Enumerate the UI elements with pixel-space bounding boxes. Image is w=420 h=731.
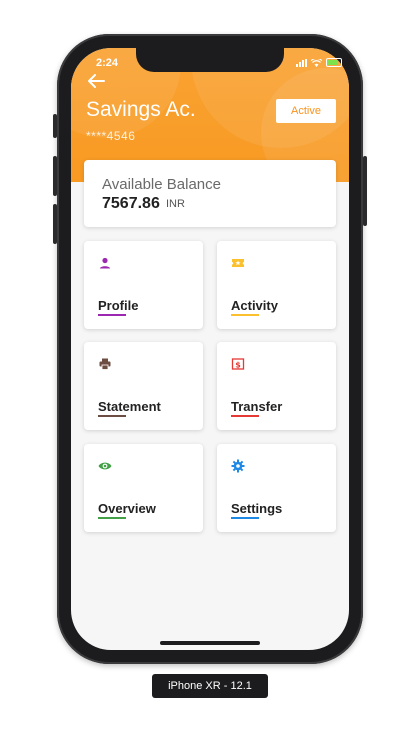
tile-label: Profile: [98, 298, 139, 313]
printer-icon: [99, 358, 111, 370]
balance-currency: INR: [166, 198, 185, 210]
dollar-icon: $: [231, 358, 245, 370]
status-time: 2:24: [96, 57, 119, 69]
tile-label: Activity: [231, 298, 278, 313]
eye-icon: [98, 462, 112, 470]
gear-icon: [231, 459, 245, 473]
active-status-button[interactable]: Active: [276, 99, 336, 123]
tile-profile[interactable]: Profile: [84, 241, 203, 329]
tile-settings[interactable]: Settings: [217, 444, 336, 532]
balance-label: Available Balance: [102, 176, 221, 193]
device-label: iPhone XR - 12.1: [152, 674, 268, 698]
battery-icon: [326, 58, 342, 67]
person-icon: [100, 257, 110, 269]
wifi-icon: [311, 58, 322, 67]
tile-underline: [231, 415, 259, 417]
tile-underline: [98, 517, 126, 519]
volume-down-button: [53, 204, 57, 244]
account-number: ****4546: [86, 129, 136, 143]
status-icons: [296, 58, 342, 67]
balance-amount: 7567.86: [102, 195, 160, 212]
tile-activity[interactable]: Activity: [217, 241, 336, 329]
tile-statement[interactable]: Statement: [84, 342, 203, 430]
tile-label: Settings: [231, 501, 283, 516]
tile-underline: [98, 415, 126, 417]
tile-transfer[interactable]: $ Transfer: [217, 342, 336, 430]
mute-switch: [53, 114, 57, 138]
balance-card: Available Balance 7567.86 INR: [84, 160, 336, 227]
tile-overview[interactable]: Overview: [84, 444, 203, 532]
svg-text:$: $: [235, 360, 241, 369]
tile-underline: [231, 314, 259, 316]
tile-label: Transfer: [231, 399, 283, 414]
ticket-icon: [232, 259, 244, 267]
volume-up-button: [53, 156, 57, 196]
signal-icon: [296, 58, 307, 67]
back-arrow-icon[interactable]: [86, 72, 106, 90]
tile-underline: [98, 314, 126, 316]
tile-underline: [231, 517, 259, 519]
power-button: [363, 156, 367, 226]
device-notch: [136, 46, 284, 72]
tile-label: Statement: [98, 399, 161, 414]
page-title: Savings Ac.: [86, 98, 196, 121]
home-indicator[interactable]: [160, 641, 260, 645]
tile-label: Overview: [98, 501, 156, 516]
